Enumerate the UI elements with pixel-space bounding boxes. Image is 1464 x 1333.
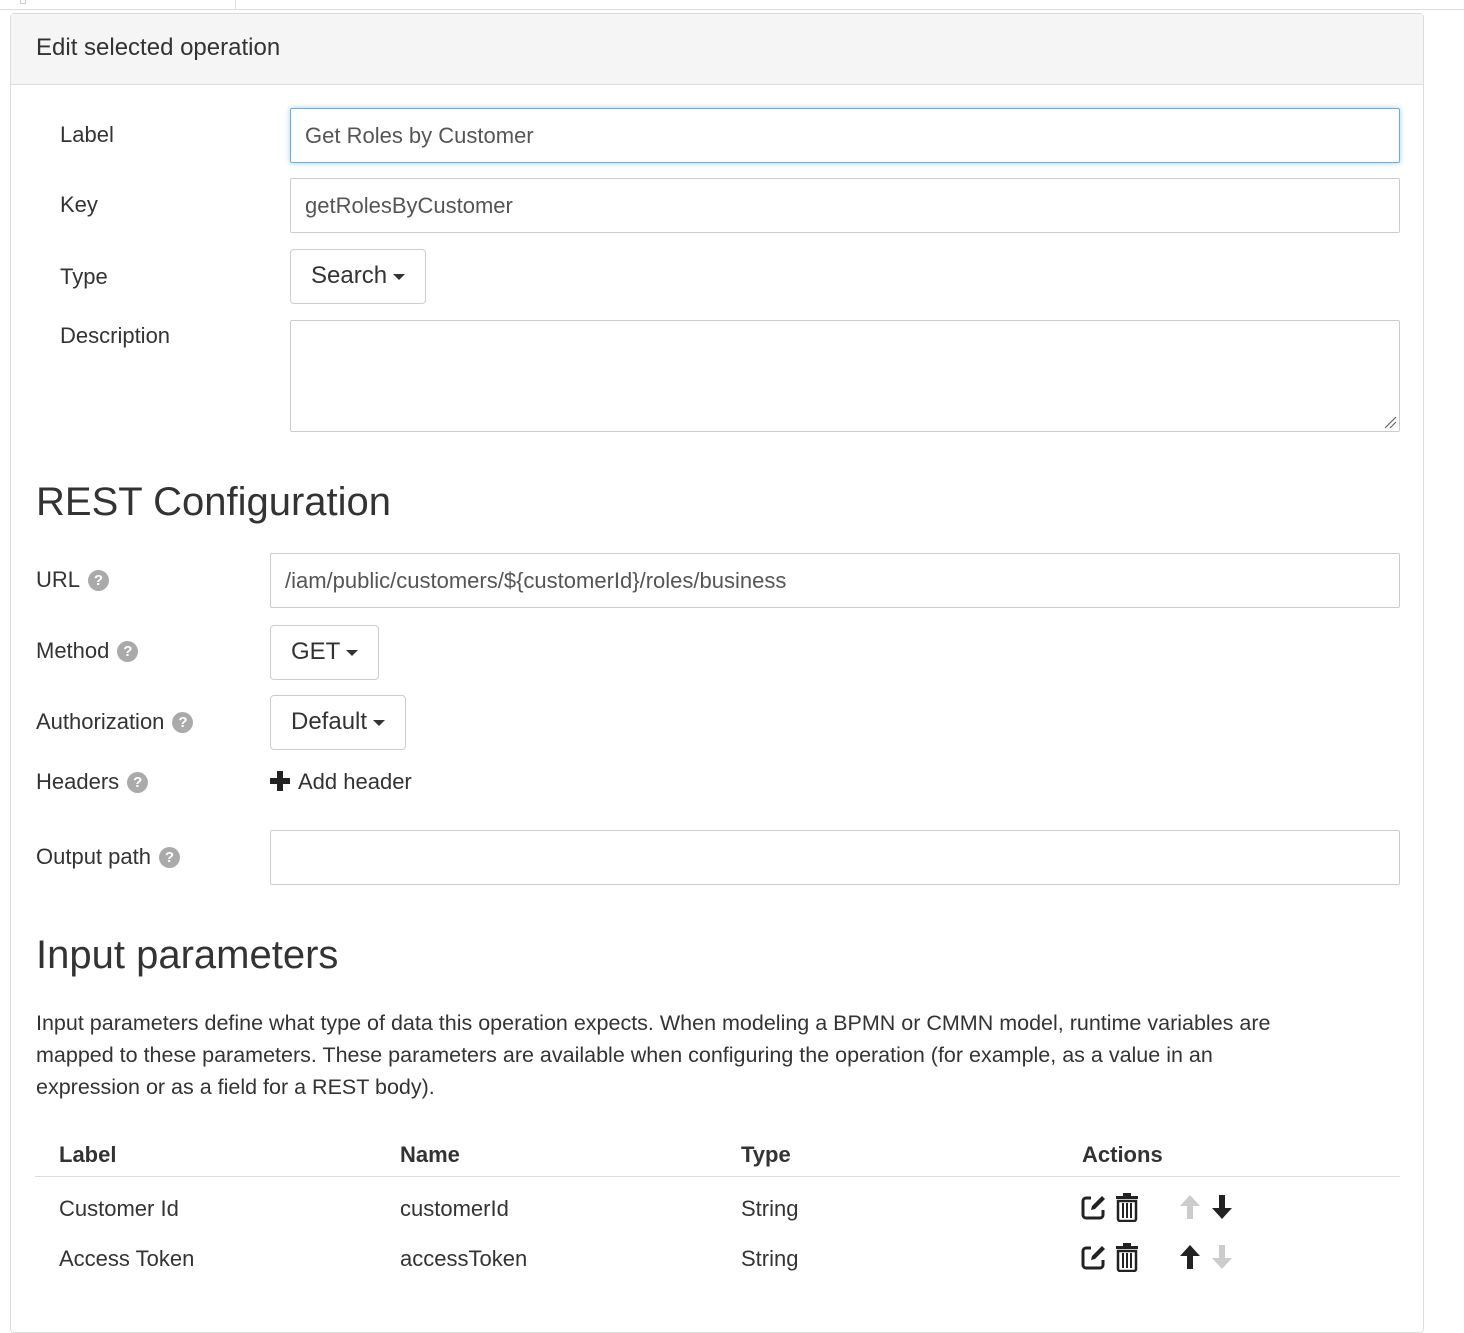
url-label-text: URL bbox=[36, 567, 81, 592]
help-icon[interactable]: ? bbox=[172, 712, 194, 733]
input-parameters-description: Input parameters define what type of dat… bbox=[36, 1011, 1271, 1099]
type-field-label: Type bbox=[60, 264, 108, 289]
caret-down-icon bbox=[346, 649, 359, 656]
tab-notch bbox=[20, 0, 26, 4]
resize-handle-icon[interactable] bbox=[1383, 415, 1397, 429]
authorization-dropdown-value: Default bbox=[291, 708, 368, 735]
description-textarea[interactable] bbox=[290, 320, 1400, 432]
help-icon[interactable]: ? bbox=[127, 772, 149, 793]
headers-label-text: Headers bbox=[36, 769, 120, 794]
add-header-label: Add header bbox=[298, 769, 412, 794]
caret-down-icon bbox=[393, 273, 406, 280]
caret-down-icon bbox=[373, 719, 386, 726]
edit-operation-panel: Edit selected operation Label Get Roles … bbox=[10, 13, 1424, 1333]
edit-icon[interactable] bbox=[1081, 1244, 1107, 1270]
output-path-label: Output path? bbox=[36, 844, 180, 870]
column-header-label: Label bbox=[59, 1142, 117, 1167]
row-name: customerId bbox=[400, 1196, 509, 1221]
authorization-dropdown[interactable]: Default bbox=[270, 695, 407, 750]
method-dropdown[interactable]: GET bbox=[270, 625, 380, 680]
help-icon[interactable]: ? bbox=[117, 641, 139, 662]
row-type: String bbox=[741, 1196, 799, 1221]
header-divider bbox=[35, 1176, 1400, 1177]
row-label: Access Token bbox=[59, 1246, 195, 1271]
add-header-button[interactable]: Add header bbox=[270, 769, 412, 795]
edit-icon[interactable] bbox=[1081, 1194, 1107, 1220]
description-field-label: Description bbox=[60, 323, 171, 348]
url-input[interactable]: /iam/public/customers/${customerId}/role… bbox=[270, 553, 1400, 608]
help-icon[interactable]: ? bbox=[88, 570, 110, 591]
label-field-label: Label bbox=[60, 122, 114, 147]
headers-label: Headers? bbox=[36, 769, 149, 795]
row-type: String bbox=[741, 1246, 799, 1271]
column-header-name: Name bbox=[400, 1142, 460, 1167]
trash-icon[interactable] bbox=[1115, 1242, 1139, 1272]
arrow-up-icon[interactable] bbox=[1179, 1244, 1201, 1270]
method-dropdown-value: GET bbox=[291, 638, 341, 665]
key-field-label: Key bbox=[60, 192, 98, 217]
type-dropdown-value: Search bbox=[311, 262, 388, 289]
authorization-label: Authorization? bbox=[36, 709, 194, 735]
authorization-label-text: Authorization bbox=[36, 709, 165, 734]
method-label: Method? bbox=[36, 638, 139, 664]
output-path-input[interactable] bbox=[270, 830, 1400, 885]
help-icon[interactable]: ? bbox=[158, 847, 180, 868]
input-parameters-heading: Input parameters bbox=[36, 933, 339, 977]
url-label: URL? bbox=[36, 567, 110, 593]
column-header-actions: Actions bbox=[1082, 1142, 1163, 1167]
output-path-label-text: Output path bbox=[36, 844, 151, 869]
arrow-down-icon[interactable] bbox=[1211, 1194, 1233, 1220]
row-name: accessToken bbox=[400, 1246, 528, 1271]
tab-separator bbox=[235, 0, 236, 10]
column-header-type: Type bbox=[741, 1142, 791, 1167]
row-label: Customer Id bbox=[59, 1196, 179, 1221]
top-tab-strip bbox=[0, 0, 1464, 10]
method-label-text: Method bbox=[36, 638, 110, 663]
arrow-up-icon bbox=[1180, 1195, 1200, 1219]
key-input[interactable]: getRolesByCustomer bbox=[290, 178, 1400, 233]
type-dropdown[interactable]: Search bbox=[290, 249, 427, 304]
trash-icon[interactable] bbox=[1115, 1192, 1139, 1222]
label-input[interactable]: Get Roles by Customer bbox=[290, 108, 1400, 163]
panel-title: Edit selected operation bbox=[11, 14, 1423, 85]
arrow-down-icon bbox=[1212, 1245, 1232, 1269]
rest-config-heading: REST Configuration bbox=[36, 480, 391, 524]
plus-icon bbox=[270, 771, 290, 791]
